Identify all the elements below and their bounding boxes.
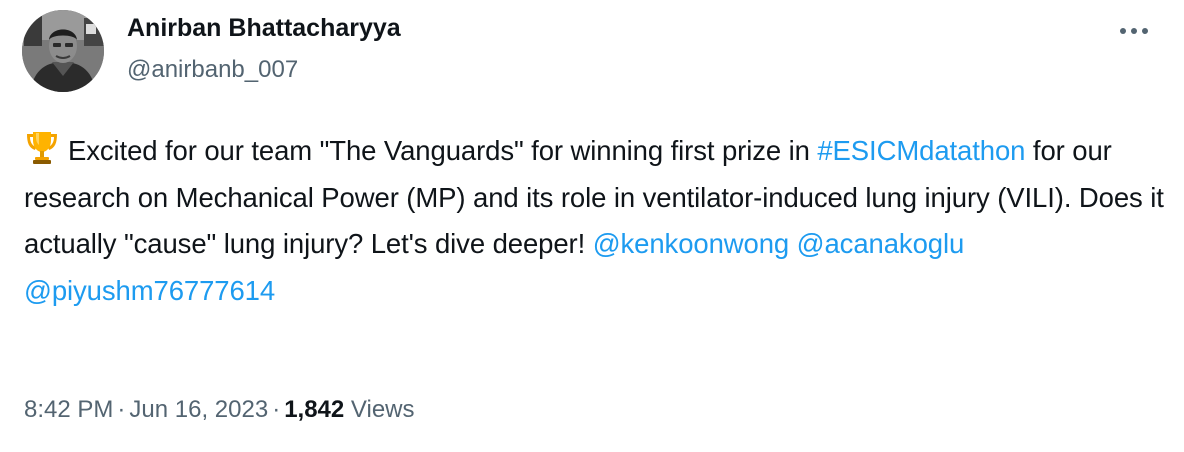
mention-link-kenkoonwong[interactable]: @kenkoonwong	[593, 228, 790, 259]
views-label[interactable]: Views	[351, 396, 415, 423]
tweet-card: Anirban Bhattacharyya @anirbanb_007 Exci…	[0, 0, 1184, 452]
author-display-name[interactable]: Anirban Bhattacharyya	[127, 14, 401, 43]
hashtag-link[interactable]: #ESICMdatathon	[817, 135, 1025, 166]
tweet-date[interactable]: Jun 16, 2023	[129, 396, 268, 423]
more-options-button[interactable]	[1116, 16, 1152, 46]
author-handle[interactable]: @anirbanb_007	[127, 56, 298, 84]
avatar[interactable]	[22, 10, 104, 92]
tweet-meta: 8:42 PM · Jun 16, 2023 · 1,842 Views	[24, 396, 415, 424]
views-count[interactable]: 1,842	[284, 396, 344, 423]
trophy-icon	[27, 132, 57, 164]
mention-link-piyushm76777614[interactable]: @piyushm76777614	[24, 275, 275, 306]
more-horizontal-icon	[1120, 28, 1148, 34]
mention-link-acanakoglu[interactable]: @acanakoglu	[797, 228, 965, 259]
tweet-text: Excited for our team "The Vanguards" for…	[24, 128, 1164, 314]
tweet-text-part-1: Excited for our team "The Vanguards" for…	[68, 135, 818, 166]
tweet-time[interactable]: 8:42 PM	[24, 396, 113, 423]
avatar-image	[22, 10, 104, 92]
meta-separator: ·	[117, 396, 126, 423]
meta-separator: ·	[272, 396, 281, 423]
